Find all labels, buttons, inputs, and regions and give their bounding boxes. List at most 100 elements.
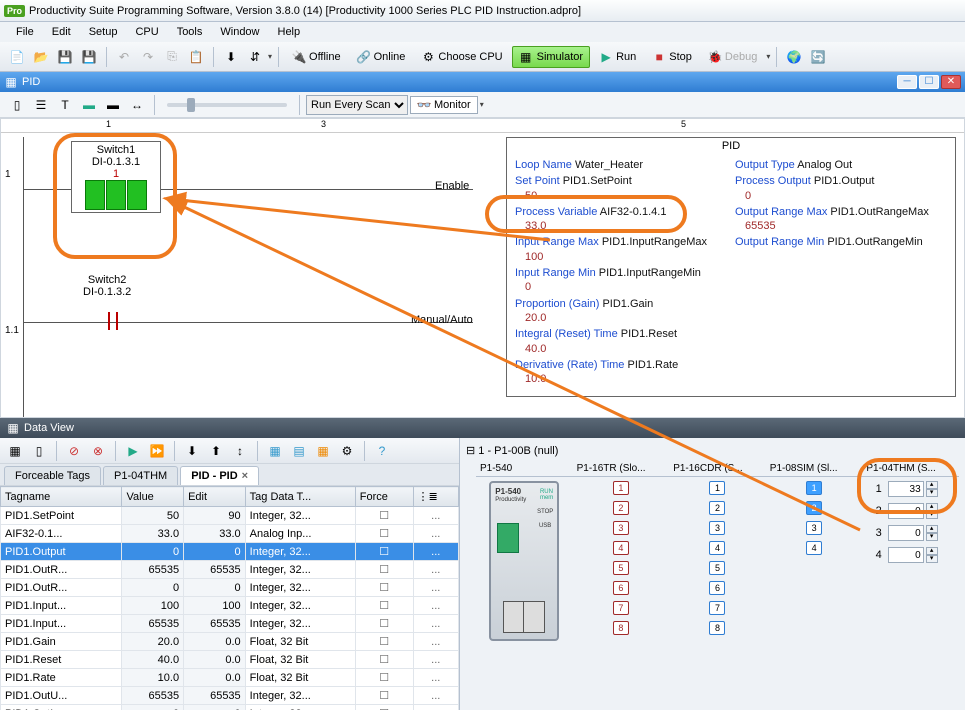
undo-icon[interactable]: ↶	[113, 46, 135, 68]
slot-header[interactable]: P1-04THM (S...	[862, 461, 959, 477]
slot-header[interactable]: P1-540	[476, 461, 573, 477]
tab-pid[interactable]: PID - PID×	[180, 466, 259, 485]
menu-edit[interactable]: Edit	[44, 24, 79, 40]
thm-value-input[interactable]	[888, 547, 924, 563]
sim-switch[interactable]: 1	[806, 481, 822, 495]
dv-tool-icon[interactable]: ▯	[28, 440, 50, 462]
led-indicator[interactable]: 5	[709, 561, 725, 575]
spin-up[interactable]: ▴	[926, 547, 938, 555]
dv-tool-icon[interactable]: ⬇	[181, 440, 203, 462]
ladder-tool-icon[interactable]: T	[54, 94, 76, 116]
spin-down[interactable]: ▾	[926, 489, 938, 497]
column-header[interactable]: Tag Data T...	[245, 487, 355, 507]
ladder-tool-icon[interactable]: ▬	[78, 94, 100, 116]
column-header[interactable]: Value	[122, 487, 184, 507]
zoom-slider[interactable]	[167, 103, 287, 107]
spin-up[interactable]: ▴	[926, 503, 938, 511]
led-indicator[interactable]: 8	[709, 621, 725, 635]
choose-cpu-button[interactable]: ⚙Choose CPU	[414, 46, 509, 68]
dv-gear-icon[interactable]: ⚙	[336, 440, 358, 462]
led-indicator[interactable]: 6	[613, 581, 629, 595]
maximize-button[interactable]: ☐	[919, 75, 939, 89]
led-indicator[interactable]: 4	[613, 541, 629, 555]
transfer-down-icon[interactable]: ⬇	[220, 46, 242, 68]
run-mode-select[interactable]: Run Every Scan	[306, 95, 408, 115]
led-indicator[interactable]: 8	[613, 621, 629, 635]
debug-button[interactable]: 🐞Debug	[701, 46, 764, 68]
led-indicator[interactable]: 2	[709, 501, 725, 515]
dv-tool-icon[interactable]: ↕	[229, 440, 251, 462]
save-all-icon[interactable]: 💾	[78, 46, 100, 68]
ladder-area[interactable]: 1 3 5 1 1.1 Switch1 DI-0.1.3.1 1 Switch2…	[0, 118, 965, 418]
data-view-grid[interactable]: TagnameValueEditTag Data T...Force⋮≣PID1…	[0, 486, 459, 710]
redo-icon[interactable]: ↷	[137, 46, 159, 68]
paste-icon[interactable]: 📋	[185, 46, 207, 68]
column-header[interactable]: Tagname	[1, 487, 122, 507]
table-row[interactable]: PID1.Input...100100Integer, 32...☐...	[1, 597, 459, 615]
run-button[interactable]: ▶Run	[592, 46, 643, 68]
sim-switch[interactable]: 2	[806, 501, 822, 515]
contact-icon[interactable]	[106, 312, 120, 332]
slot-header[interactable]: P1-16CDR (S...	[669, 461, 766, 477]
offline-button[interactable]: 🔌Offline	[285, 46, 348, 68]
dv-tool-icon[interactable]: ⊘	[63, 440, 85, 462]
dropdown-icon[interactable]: ▾	[480, 100, 484, 109]
dv-grid-icon[interactable]: ▤	[288, 440, 310, 462]
spin-down[interactable]: ▾	[926, 555, 938, 563]
switch1-block[interactable]: Switch1 DI-0.1.3.1 1	[71, 141, 161, 213]
ladder-tool-icon[interactable]: ▯	[6, 94, 28, 116]
minimize-button[interactable]: ─	[897, 75, 917, 89]
led-indicator[interactable]: 1	[613, 481, 629, 495]
dv-tool-icon[interactable]: ▦	[4, 440, 26, 462]
dv-tool-icon[interactable]: ⬆	[205, 440, 227, 462]
table-row[interactable]: PID1.Input...6553565535Integer, 32...☐..…	[1, 615, 459, 633]
simulator-button[interactable]: ▦Simulator	[512, 46, 590, 68]
earth-icon[interactable]: 🌍	[783, 46, 805, 68]
table-row[interactable]: PID1.OutLo...00Integer, 32...☐...	[1, 705, 459, 711]
table-row[interactable]: PID1.Output00Integer, 32...☐...	[1, 543, 459, 561]
table-row[interactable]: PID1.Reset40.00.0Float, 32 Bit☐...	[1, 651, 459, 669]
table-row[interactable]: PID1.SetPoint5090Integer, 32...☐...	[1, 507, 459, 525]
thm-value-input[interactable]	[888, 481, 924, 497]
dv-play-icon[interactable]: ▶	[122, 440, 144, 462]
transfer-diff-icon[interactable]: ⇵	[244, 46, 266, 68]
thm-value-input[interactable]	[888, 525, 924, 541]
table-row[interactable]: PID1.Gain20.00.0Float, 32 Bit☐...	[1, 633, 459, 651]
table-row[interactable]: AIF32-0.1...33.033.0Analog Inp...☐...	[1, 525, 459, 543]
menu-cpu[interactable]: CPU	[127, 24, 166, 40]
spin-down[interactable]: ▾	[926, 533, 938, 541]
column-header[interactable]: Force	[355, 487, 413, 507]
slot-header[interactable]: P1-08SIM (Sl...	[766, 461, 863, 477]
column-header[interactable]: ⋮≣	[413, 487, 458, 507]
close-icon[interactable]: ×	[242, 470, 248, 482]
spin-up[interactable]: ▴	[926, 525, 938, 533]
new-icon[interactable]: 📄	[6, 46, 28, 68]
table-row[interactable]: PID1.OutR...6553565535Integer, 32...☐...	[1, 561, 459, 579]
led-indicator[interactable]: 4	[709, 541, 725, 555]
online-button[interactable]: 🔗Online	[350, 46, 413, 68]
sim-switch[interactable]: 3	[806, 521, 822, 535]
led-indicator[interactable]: 6	[709, 581, 725, 595]
dv-tool-icon[interactable]: ⊗	[87, 440, 109, 462]
column-header[interactable]: Edit	[184, 487, 246, 507]
dropdown-icon[interactable]: ▾	[268, 52, 272, 61]
open-icon[interactable]: 📂	[30, 46, 52, 68]
spin-up[interactable]: ▴	[926, 481, 938, 489]
led-indicator[interactable]: 1	[709, 481, 725, 495]
table-row[interactable]: PID1.OutU...6553565535Integer, 32...☐...	[1, 687, 459, 705]
led-indicator[interactable]: 3	[709, 521, 725, 535]
dropdown-icon[interactable]: ▾	[766, 52, 770, 61]
tab-forceable[interactable]: Forceable Tags	[4, 466, 101, 485]
ladder-tool-icon[interactable]: ☰	[30, 94, 52, 116]
stop-button[interactable]: ■Stop	[645, 46, 699, 68]
led-indicator[interactable]: 7	[709, 601, 725, 615]
led-indicator[interactable]: 2	[613, 501, 629, 515]
dv-help-icon[interactable]: ?	[371, 440, 393, 462]
save-icon[interactable]: 💾	[54, 46, 76, 68]
menu-file[interactable]: File	[8, 24, 42, 40]
spin-down[interactable]: ▾	[926, 511, 938, 519]
monitor-button[interactable]: 👓Monitor	[410, 96, 478, 114]
menu-help[interactable]: Help	[270, 24, 309, 40]
led-indicator[interactable]: 5	[613, 561, 629, 575]
close-button[interactable]: ✕	[941, 75, 961, 89]
